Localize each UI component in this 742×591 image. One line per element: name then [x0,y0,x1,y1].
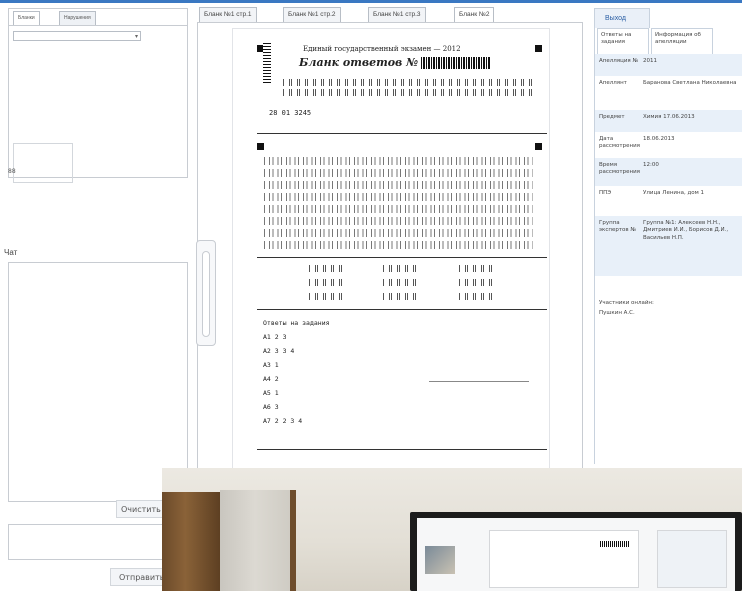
zoom-slider-handle[interactable] [202,251,210,337]
sheet-divider [257,133,547,134]
char-boxes [383,279,419,286]
char-boxes [309,265,345,272]
info-key: Дата рассмотрения [599,136,640,150]
info-row-appeal-number: Апелляция № 2011 [595,54,742,76]
answer-grid-row [263,169,533,177]
answer-line: А6 3 [263,403,279,411]
answer-underline [429,381,529,382]
info-value: 2011 [643,58,657,64]
tab-form1-page2[interactable]: Бланк №1 стр.2 [283,7,341,22]
char-boxes [309,279,345,286]
marker-square [257,143,264,150]
char-boxes [459,293,495,300]
door-frame [162,492,220,591]
answer-line: А7 2 2 3 4 [263,417,303,425]
tab-form2[interactable]: Бланк №2 [454,7,495,22]
tab-divider [9,25,187,26]
webcam-photo [162,468,742,591]
left-small-label: 88 [8,168,16,175]
blank-select[interactable]: ▾ [13,31,141,41]
answer-grid-row [263,193,533,201]
answer-line: А2 3 3 4 [263,347,295,355]
appeal-info-panel: Ответы на задания Информация об апелляци… [594,28,742,464]
online-label: Участники онлайн: [599,300,654,306]
answer-grid-row [263,217,533,225]
online-user: Пушкин А.С. [599,310,635,316]
info-value: 18.06.2013 [643,136,675,142]
chat-input[interactable] [8,524,188,560]
sheet-divider [257,309,547,310]
answer-line: А1 2 3 [263,333,287,341]
marker-square [535,143,542,150]
char-boxes [383,293,419,300]
char-boxes [283,79,533,86]
char-boxes [459,265,495,272]
sheet-barcode [421,57,491,69]
info-value: Баранова Светлана Николаевна [643,80,737,86]
answer-grid-row [263,157,533,165]
tv-form-preview [489,530,639,588]
info-key: Апеллянт [599,80,627,86]
app-window: Бланки Нарушения ▾ 88 Чат Очистить Отпра… [0,0,742,591]
info-row-subject: Предмет Химия 17.06.2013 [595,110,742,132]
tv-monitor [410,512,742,591]
info-row-applicant: Апеллянт Баранова Светлана Николаевна [595,76,742,110]
tab-answers[interactable]: Ответы на задания [597,28,649,54]
answer-line: А3 1 [263,361,279,369]
chat-label: Чат [4,248,18,257]
marker-square [535,45,542,52]
info-value: Улица Ленина, дом 1 [643,190,705,196]
info-key: Группа экспертов № [599,220,637,234]
tab-form1-page3[interactable]: Бланк №1 стр.3 [368,7,426,22]
info-row-expert-group: Группа экспертов № Группа №1: Алексеев Н… [595,216,742,276]
zoom-slider[interactable] [196,240,216,346]
vertical-barcode [263,43,271,83]
answer-grid-row [263,241,533,249]
info-key: Предмет [599,114,625,120]
tab-form1-page1[interactable]: Бланк №1 стр.1 [199,7,257,22]
region-code: 28 01 3245 [269,109,312,117]
info-value: 12:00 [643,162,659,168]
info-value: Химия 17.06.2013 [643,114,695,120]
exit-tab[interactable]: Выход [594,8,650,28]
answer-grid-row [263,229,533,237]
char-boxes [283,89,533,96]
info-key: ППЭ [599,190,612,196]
info-key: Время рассмотрения [599,162,640,176]
left-sub-area [13,143,73,183]
door-glass [220,490,296,591]
tab-blanks[interactable]: Бланки [13,11,40,25]
answer-grid-row [263,205,533,213]
chat-messages [8,262,188,502]
tab-appeal-info[interactable]: Информация об апелляции [651,28,713,54]
clear-button[interactable]: Очистить [116,500,168,518]
sheet-divider [257,449,547,450]
sheet-divider [257,257,547,258]
left-tab-panel: Бланки Нарушения ▾ [8,8,188,183]
info-key: Апелляция № [599,58,639,64]
send-button[interactable]: Отправить [110,568,170,586]
sheet-title: Бланк ответов № 1 [299,56,430,69]
info-row-review-time: Время рассмотрения 12:00 [595,158,742,186]
info-value: Группа №1: Алексеев Н.Н., Дмитриев И.И.,… [643,220,729,241]
top-accent-bar [0,0,742,3]
answer-line: Ответы на задания [263,319,330,327]
chevron-down-icon[interactable]: ▾ [135,33,138,40]
char-boxes [383,265,419,272]
tv-barcode [600,541,630,547]
tab-violations[interactable]: Нарушения [59,11,96,25]
char-boxes [309,293,345,300]
answer-line: А4 2 [263,375,279,383]
info-row-review-date: Дата рассмотрения 18.06.2013 [595,132,742,158]
answer-grid-row [263,181,533,189]
tv-video-thumb [425,546,455,574]
tv-screen [417,518,735,591]
tv-side-panel [657,530,727,588]
answer-line: А5 1 [263,389,279,397]
sheet-header: Единый государственный экзамен — 2012 [303,45,461,53]
char-boxes [459,279,495,286]
info-row-exam-point: ППЭ Улица Ленина, дом 1 [595,186,742,216]
